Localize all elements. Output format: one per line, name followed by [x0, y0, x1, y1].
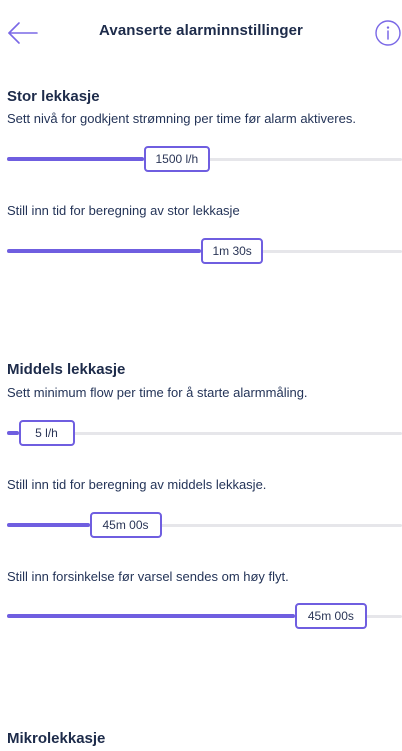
header: Avanserte alarminnstillinger — [0, 0, 402, 64]
middels-delay-label: Still inn forsinkelse før varsel sendes … — [7, 569, 289, 584]
slider-fill — [7, 614, 295, 618]
stor-lekkasje-description: Sett nivå for godkjent strømning per tim… — [7, 111, 356, 126]
slider-fill — [7, 157, 144, 161]
middels-lekkasje-title: Middels lekkasje — [7, 361, 126, 378]
slider-thumb[interactable]: 5 l/h — [18, 420, 75, 446]
middels-time-slider[interactable]: 45m 00s — [0, 512, 402, 540]
slider-thumb[interactable]: 1m 30s — [201, 238, 264, 264]
middels-flow-slider[interactable]: 5 l/h — [0, 420, 402, 448]
info-button[interactable] — [374, 19, 402, 47]
info-icon — [375, 20, 401, 46]
stor-flow-slider[interactable]: 1500 l/h — [0, 146, 402, 174]
slider-fill — [7, 523, 90, 527]
middels-lekkasje-description: Sett minimum flow per time for å starte … — [7, 385, 308, 400]
page-title: Avanserte alarminnstillinger — [99, 22, 303, 39]
mikrolekkasje-title: Mikrolekkasje — [7, 730, 106, 747]
slider-fill — [7, 249, 202, 253]
middels-time-label: Still inn tid for beregning av middels l… — [7, 477, 267, 492]
stor-time-label: Still inn tid for beregning av stor lekk… — [7, 203, 240, 218]
slider-thumb[interactable]: 45m 00s — [294, 603, 367, 629]
back-button[interactable] — [6, 18, 40, 48]
arrow-left-icon — [8, 22, 38, 44]
slider-fill — [7, 431, 19, 435]
slider-thumb[interactable]: 45m 00s — [89, 512, 162, 538]
stor-lekkasje-title: Stor lekkasje — [7, 88, 100, 105]
stor-time-slider[interactable]: 1m 30s — [0, 238, 402, 266]
slider-thumb[interactable]: 1500 l/h — [143, 146, 210, 172]
middels-delay-slider[interactable]: 45m 00s — [0, 603, 402, 631]
